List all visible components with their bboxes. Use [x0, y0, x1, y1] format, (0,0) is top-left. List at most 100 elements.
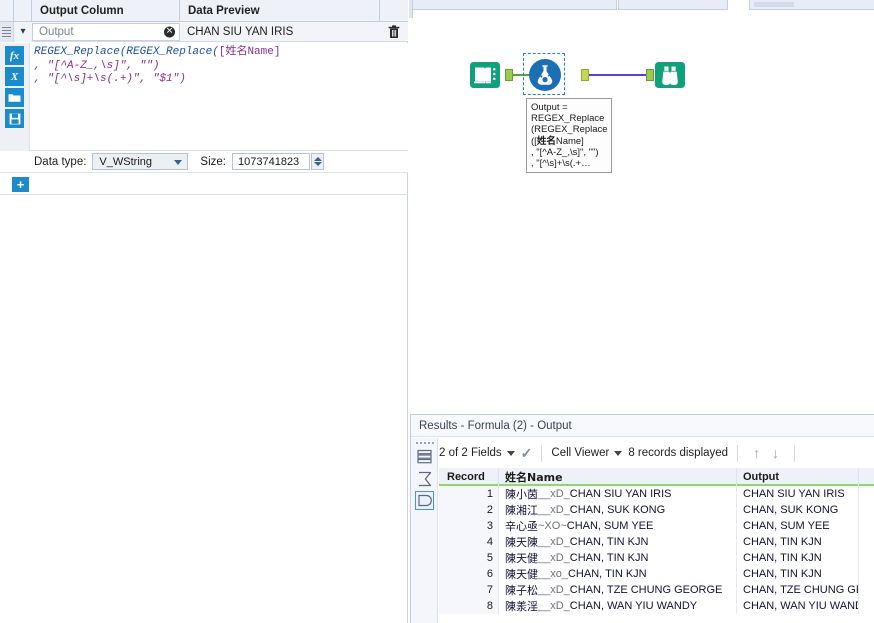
header-data-preview: Data Preview	[180, 0, 380, 22]
config-divider	[0, 194, 408, 195]
cell-output[interactable]: CHAN, SUK KONG	[737, 502, 859, 518]
fx-function-icon[interactable]: fx	[5, 46, 24, 65]
cell-name-cjk: 陳湘江	[505, 504, 538, 517]
connection-formula-to-browse[interactable]	[585, 74, 648, 76]
cell-output[interactable]: CHAN SIU YAN IRIS	[737, 486, 859, 502]
grid-body: 1 陳小茵 __xD_ CHAN SIU YAN IRIS CHAN SIU YAN …	[439, 486, 874, 614]
sigma-icon[interactable]	[415, 469, 434, 488]
cell-name-cjk: 辛心亟	[505, 520, 538, 533]
input-data-tool[interactable]	[469, 59, 501, 91]
cell-record: 4	[439, 534, 499, 550]
size-stepper[interactable]	[311, 153, 324, 170]
cell-name-separator: __xD_	[538, 552, 570, 564]
variables-icon[interactable]: X	[5, 67, 24, 86]
cell-name[interactable]: 陳小茵 __xD_ CHAN SIU YAN IRIS	[499, 486, 737, 502]
formula-expression[interactable]: REGEX_Replace(REGEX_Replace([姓名Name] , "…	[30, 44, 406, 150]
data-type-select[interactable]: V_WString	[92, 153, 189, 170]
cell-output[interactable]: CHAN, TIN KJN	[737, 550, 859, 566]
cell-output[interactable]: CHAN, TIN KJN	[737, 534, 859, 550]
input-port-browse-tool[interactable]	[646, 69, 654, 81]
annot-line-5: , "[^A-Z_,\s]", "")	[531, 146, 599, 158]
annot-line-3: (REGEX_Replace	[531, 124, 608, 136]
cell-output[interactable]: CHAN, TZE CHUNG GEORGE	[737, 582, 859, 598]
cell-output[interactable]: CHAN, TIN KJN	[737, 566, 859, 582]
cell-viewer-label[interactable]: Cell Viewer	[551, 447, 609, 459]
output-column-input[interactable]: Output ✕	[32, 22, 180, 41]
cell-name-latin: CHAN, TIN KJN	[567, 568, 647, 580]
top-window-chrome	[409, 0, 874, 11]
output-port-input-tool[interactable]	[505, 69, 513, 81]
cell-name-latin: CHAN, TIN KJN	[569, 552, 649, 564]
table-row[interactable]: 3 辛心亟 ~XO~ CHAN, SUM YEE CHAN, SUM YEE	[439, 518, 874, 534]
cell-name-latin: CHAN, SUM YEE	[566, 520, 654, 532]
cell-name[interactable]: 陳天健 __xo_ CHAN, TIN KJN	[499, 566, 737, 582]
save-icon[interactable]	[5, 109, 24, 128]
browse-tool[interactable]	[654, 59, 686, 91]
arrow-up-icon[interactable]: ↑	[753, 445, 760, 461]
cell-record: 6	[439, 566, 499, 582]
table-row[interactable]: 7 陳子松 __xD_ CHAN, TZE CHUNG GEORGE CHAN, TZ…	[439, 582, 874, 598]
table-row[interactable]: 2 陳湘江 __xD_ CHAN, SUK KONG CHAN, SUK KONG	[439, 502, 874, 518]
chevron-down-icon[interactable]	[506, 450, 515, 456]
cell-name-separator: __xD_	[538, 600, 570, 612]
cell-name[interactable]: 陳子松 __xD_ CHAN, TZE CHUNG GEORGE	[499, 582, 737, 598]
stepper-up-icon[interactable]	[313, 156, 322, 161]
annot-line-6: , "[^\s]+\s(.+…	[531, 158, 591, 170]
cell-name[interactable]: 陳天健 __xD_ CHAN, TIN KJN	[499, 550, 737, 566]
cell-filler	[859, 534, 874, 550]
cell-name[interactable]: 陳湘江 __xD_ CHAN, SUK KONG	[499, 502, 737, 518]
clear-circle-icon[interactable]: ✕	[164, 26, 175, 37]
cell-record: 2	[439, 502, 499, 518]
cell-record: 1	[439, 486, 499, 502]
cell-name[interactable]: 陳天陳 __xD_ CHAN, TIN KJN	[499, 534, 737, 550]
annot-line-2: REGEX_Replace	[531, 113, 605, 125]
cell-output[interactable]: CHAN, WAN YIU WANDY	[737, 598, 859, 614]
table-row[interactable]: 5 陳天健 __xD_ CHAN, TIN KJN CHAN, TIN KJN	[439, 550, 874, 566]
stepper-down-icon[interactable]	[313, 162, 322, 167]
column-header-name[interactable]: 姓名Name	[499, 468, 737, 486]
output-port-formula-tool[interactable]	[581, 69, 589, 81]
cell-output[interactable]: CHAN, SUM YEE	[737, 518, 859, 534]
results-side-toolbar	[411, 438, 438, 623]
results-panel: Results - Formula (2) - Output 2 of 2 Fi…	[410, 414, 874, 623]
header-gutter-grip	[0, 0, 14, 22]
table-row[interactable]: 6 陳天健 __xo_ CHAN, TIN KJN CHAN, TIN KJN	[439, 566, 874, 582]
table-row[interactable]: 4 陳天陳 __xD_ CHAN, TIN KJN CHAN, TIN KJN	[439, 534, 874, 550]
table-row[interactable]: 1 陳小茵 __xD_ CHAN SIU YAN IRIS CHAN SIU YAN …	[439, 486, 874, 502]
chevron-down-icon[interactable]: ▾	[14, 21, 32, 42]
size-input[interactable]: 1073741823	[232, 153, 310, 170]
column-header-output[interactable]: Output	[737, 468, 859, 486]
header-gutter-expand	[14, 0, 32, 22]
cell-name-latin: CHAN, SUK KONG	[569, 504, 666, 516]
results-title: Results - Formula (2) - Output	[411, 415, 874, 437]
chrome-segment-left	[412, 0, 617, 10]
table-list-icon[interactable]	[415, 447, 434, 466]
annot-line-4-cjk: 姓名	[536, 135, 556, 147]
table-row[interactable]: 8 陳羕淫 __xD_ CHAN, WAN YIU WANDY CHAN, WAN Y…	[439, 598, 874, 614]
formula-editor: fx X REGEX_Replace(REGEX_Replace([姓名Name…	[0, 43, 408, 151]
checkmark-icon[interactable]: ✓	[521, 445, 533, 462]
cell-name-separator: ~XO~	[538, 520, 567, 532]
add-button[interactable]: +	[12, 177, 29, 192]
cell-name-cjk: 陳小茵	[505, 488, 538, 501]
chevron-down-icon[interactable]	[614, 450, 623, 456]
data-type-value: V_WString	[99, 155, 152, 168]
column-header-record[interactable]: Record	[439, 468, 499, 486]
chevron-down-icon	[174, 160, 183, 165]
open-folder-icon[interactable]	[5, 88, 24, 107]
workflow-canvas[interactable]: Output = REGEX_Replace (REGEX_Replace ([…	[413, 11, 874, 413]
toolbar-grip-icon[interactable]	[416, 440, 434, 445]
arrow-down-icon[interactable]: ↓	[772, 445, 779, 461]
trash-icon[interactable]	[380, 22, 408, 42]
cell-name-separator: __xD_	[538, 488, 570, 500]
drag-grip-icon[interactable]	[0, 21, 14, 42]
formula-configuration-panel: Output Column Data Preview ▾ Output ✕ CH…	[0, 0, 408, 623]
fields-count-label[interactable]: 2 of 2 Fields	[439, 447, 502, 459]
field-shape-icon[interactable]	[415, 491, 434, 510]
cell-record: 7	[439, 582, 499, 598]
cell-name[interactable]: 陳羕淫 __xD_ CHAN, WAN YIU WANDY	[499, 598, 737, 614]
formula-tool[interactable]	[528, 58, 561, 91]
cell-name-separator: __xo_	[538, 568, 568, 580]
formula-line-3: , "[^\s]+\s(.+)", "$1")	[34, 73, 186, 85]
cell-name[interactable]: 辛心亟 ~XO~ CHAN, SUM YEE	[499, 518, 737, 534]
